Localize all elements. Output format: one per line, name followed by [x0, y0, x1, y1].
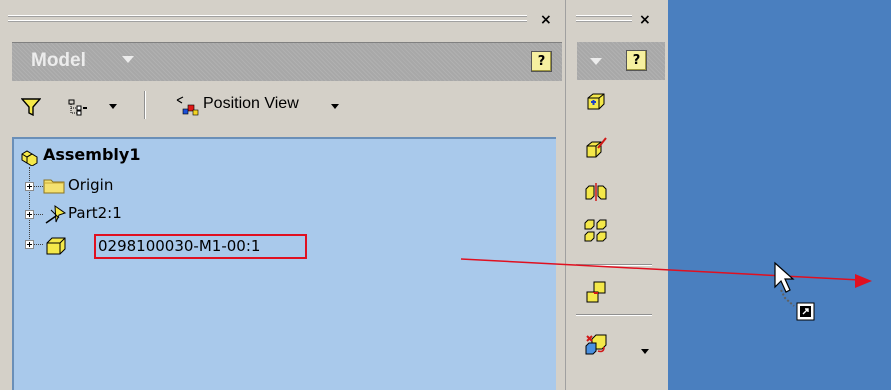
chevron-down-icon[interactable] [331, 104, 339, 109]
chevron-down-icon[interactable] [122, 56, 134, 63]
constraint-icon[interactable] [584, 280, 608, 304]
tree-node-label[interactable]: Part2:1 [68, 203, 122, 223]
folder-icon [43, 179, 65, 194]
model-panel-grip[interactable]: × [8, 10, 561, 34]
create-component-icon[interactable] [584, 136, 608, 160]
model-browser-panel: × Model ? Position View Assembly1 Origin… [0, 0, 570, 390]
toolbar-divider [576, 264, 652, 266]
tree-display-icon[interactable] [67, 98, 89, 116]
assembly-tool-panel: × ? [565, 0, 669, 390]
chevron-down-icon[interactable] [109, 104, 117, 109]
grip-line [576, 15, 632, 17]
model-panel-title-bar[interactable]: Model ? [12, 42, 562, 81]
part-box-icon [46, 237, 66, 255]
tree-node-part2[interactable]: Part2:1 [14, 203, 314, 225]
expand-icon[interactable] [25, 210, 34, 219]
browser-toolbar: Position View [12, 86, 562, 126]
model-tree[interactable]: Assembly1 Origin Part2:1 0298100030-M1-0… [12, 137, 556, 390]
tree-node-origin[interactable]: Origin [14, 175, 314, 197]
place-component-icon[interactable] [584, 90, 608, 114]
graphics-window[interactable] [668, 0, 891, 390]
tool-panel-grip[interactable]: × [576, 10, 664, 34]
tree-node-assembly1[interactable]: Assembly1 [14, 145, 314, 167]
expand-icon[interactable] [25, 182, 34, 191]
chevron-down-icon[interactable] [641, 349, 649, 354]
tree-node-label[interactable]: 0298100030-M1-00:1 [98, 236, 260, 256]
grip-line [8, 20, 527, 22]
tree-node-label[interactable]: Assembly1 [43, 145, 140, 165]
close-icon[interactable]: × [540, 13, 552, 27]
replace-component-icon[interactable] [584, 333, 608, 357]
toolbar-divider [144, 91, 146, 119]
position-view-label[interactable]: Position View [203, 95, 299, 113]
assembly-icon [21, 150, 38, 166]
grip-line [576, 20, 632, 22]
position-view-icon[interactable] [174, 94, 200, 118]
chevron-down-icon[interactable] [590, 58, 602, 65]
panel-title[interactable]: Model [31, 50, 86, 72]
help-icon[interactable]: ? [531, 51, 552, 72]
grip-line [8, 15, 527, 17]
help-icon[interactable]: ? [626, 50, 647, 71]
tool-panel-title-bar[interactable]: ? [577, 42, 665, 80]
expand-icon[interactable] [25, 240, 34, 249]
filter-icon[interactable] [21, 98, 41, 116]
grounded-pin-part-icon [45, 204, 67, 224]
pattern-component-icon[interactable] [584, 219, 608, 243]
tree-node-label[interactable]: Origin [68, 175, 113, 195]
close-icon[interactable]: × [639, 13, 651, 27]
toolbar-divider [576, 314, 652, 316]
mirror-component-icon[interactable] [584, 180, 608, 204]
